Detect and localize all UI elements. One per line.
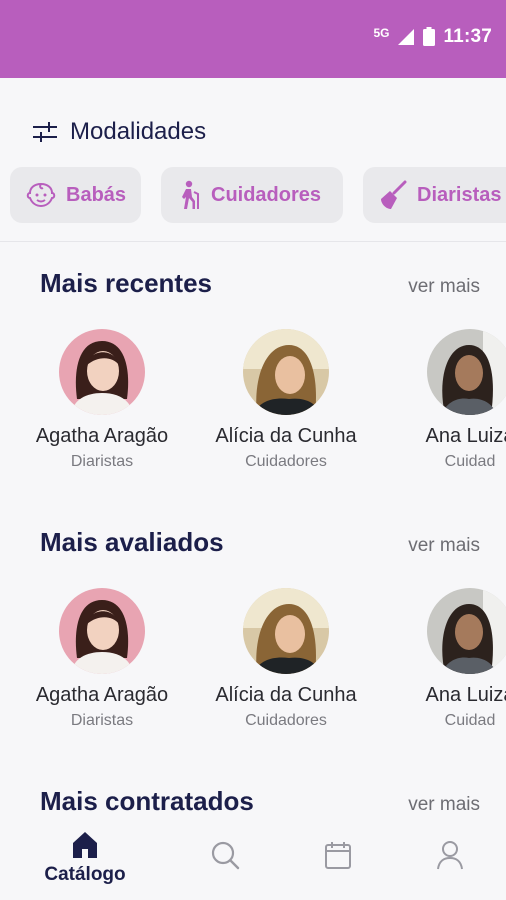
profile-name: Agatha Aragão xyxy=(35,425,169,447)
section-title: Mais contratados xyxy=(40,786,254,816)
status-indicators: 5G 11:37 xyxy=(373,27,492,46)
avatar xyxy=(59,329,145,415)
section-header-contratados: Mais contratados ver mais xyxy=(40,786,480,817)
chip-diaristas[interactable]: Diaristas xyxy=(363,167,506,223)
profile-name: Alícia da Cunha xyxy=(215,425,357,447)
profile-card[interactable]: Alícia da Cunha Cuidadores xyxy=(201,588,371,730)
user-icon xyxy=(437,841,463,870)
profile-category: Diaristas xyxy=(70,712,134,729)
avatar xyxy=(59,588,145,674)
home-icon xyxy=(73,832,97,858)
network-type: 5G xyxy=(373,25,390,40)
profile-card[interactable]: Alícia da Cunha Cuidadores xyxy=(201,329,371,471)
avatar xyxy=(243,329,329,415)
profile-card[interactable]: Agatha Aragão Diaristas xyxy=(17,329,187,471)
avatar xyxy=(427,588,506,674)
chip-babas[interactable]: Babás xyxy=(10,167,141,223)
section-title: Mais recentes xyxy=(40,268,212,298)
baby-icon xyxy=(26,182,56,208)
search-icon xyxy=(211,841,240,870)
clock: 11:37 xyxy=(443,26,492,47)
status-bar: 5G 11:37 xyxy=(0,0,506,78)
profile-card[interactable]: Ana Luiza Cuidad xyxy=(385,588,506,730)
elderly-cane-icon xyxy=(182,180,199,209)
profile-category: Cuidadores xyxy=(245,453,327,470)
chip-cuidadores[interactable]: Cuidadores xyxy=(161,167,343,223)
modalidades-header[interactable]: Modalidades xyxy=(32,118,206,146)
see-more-link[interactable]: ver mais xyxy=(408,276,480,298)
profile-category: Cuidad xyxy=(444,712,496,729)
broom-icon xyxy=(381,180,407,209)
profile-name: Ana Luiza xyxy=(425,425,506,447)
battery-icon xyxy=(423,27,436,46)
profile-card[interactable]: Ana Luiza Cuidad xyxy=(385,329,506,471)
chip-label: Diaristas xyxy=(417,183,502,206)
section-header-avaliados: Mais avaliados ver mais xyxy=(40,527,480,558)
profiles-row-avaliados: Agatha Aragão Diaristas Alícia da Cunha … xyxy=(0,588,506,738)
section-title: Mais avaliados xyxy=(40,527,224,557)
chip-label: Babás xyxy=(66,183,127,206)
modalidades-title: Modalidades xyxy=(70,118,207,145)
nav-catalogo[interactable]: Catálogo xyxy=(35,830,135,886)
profile-category: Cuidadores xyxy=(245,712,327,729)
nav-profile[interactable] xyxy=(400,840,500,870)
see-more-link[interactable]: ver mais xyxy=(408,535,480,557)
profile-name: Agatha Aragão xyxy=(35,684,169,706)
nav-search[interactable] xyxy=(175,840,275,870)
avatar xyxy=(243,588,329,674)
profile-name: Ana Luiza xyxy=(425,684,506,706)
app-screen: 5G 11:37 Modalidades Babás Cuidadores Di… xyxy=(0,0,506,900)
chip-label: Cuidadores xyxy=(211,183,322,206)
calendar-icon xyxy=(325,842,351,869)
nav-label: Catálogo xyxy=(44,864,126,885)
category-chips: Babás Cuidadores Diaristas xyxy=(0,167,506,225)
profile-card[interactable]: Agatha Aragão Diaristas xyxy=(17,588,187,730)
avatar xyxy=(427,329,506,415)
signal-icon xyxy=(398,28,415,45)
profiles-row-recentes: Agatha Aragão Diaristas Alícia da Cunha … xyxy=(0,329,506,479)
bottom-nav: Catálogo xyxy=(0,820,506,900)
profile-name: Alícia da Cunha xyxy=(215,684,357,706)
section-header-recentes: Mais recentes ver mais xyxy=(40,268,480,299)
profile-category: Cuidad xyxy=(444,453,496,470)
divider xyxy=(0,241,506,242)
nav-calendar[interactable] xyxy=(288,840,388,870)
sliders-icon xyxy=(33,122,57,142)
profile-category: Diaristas xyxy=(70,453,134,470)
see-more-link[interactable]: ver mais xyxy=(408,794,480,816)
